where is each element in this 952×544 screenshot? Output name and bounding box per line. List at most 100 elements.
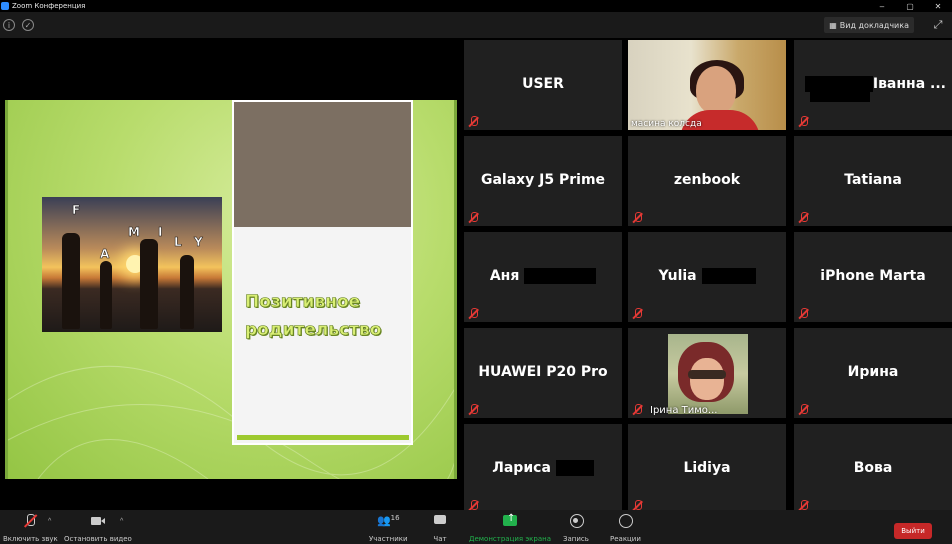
unmute-label: Включить звук xyxy=(3,535,58,543)
participant-tile[interactable]: Лариса xyxy=(464,424,622,514)
video-person-face xyxy=(696,66,736,114)
security-shield-icon[interactable]: ✓ xyxy=(22,19,34,31)
participant-name: Yulia xyxy=(658,268,697,284)
meeting-info-bar: i ✓ ▦ Вид докладчика ⤢ xyxy=(0,12,952,38)
video-camera-icon xyxy=(90,514,105,527)
muted-mic-icon xyxy=(798,116,809,127)
participant-name: Tatiana xyxy=(844,172,902,188)
photo-letter: M xyxy=(128,225,140,240)
participant-name-row: Лариса xyxy=(464,460,622,476)
share-screen-button[interactable]: Демонстрация экрана xyxy=(469,513,551,543)
participants-button[interactable]: 👥16 Участники xyxy=(369,514,408,543)
family-photo: F A M I L Y xyxy=(42,197,222,332)
participant-name: iPhone Marta xyxy=(820,268,926,284)
participant-name: Ирина xyxy=(847,364,899,380)
presentation-slide: F A M I L Y Позитивное родительство xyxy=(5,100,457,479)
window-title: Zoom Конференция xyxy=(12,2,86,10)
participant-name: Іванна ... xyxy=(872,76,946,92)
photo-letter: F xyxy=(72,203,81,218)
muted-mic-icon xyxy=(468,212,479,223)
record-label: Запись xyxy=(563,535,589,543)
participant-tile[interactable]: Yulia xyxy=(628,232,786,322)
participant-video: масина колсда xyxy=(628,40,786,130)
grid-icon: ▦ xyxy=(829,20,837,30)
participant-tile[interactable]: Tatiana xyxy=(794,136,952,226)
photo-letter: Y xyxy=(194,235,203,250)
participant-tile[interactable]: Іванна ... xyxy=(794,40,952,130)
participant-tile[interactable]: масина колсда xyxy=(628,40,786,130)
photo-letter: L xyxy=(174,235,182,250)
view-mode-button[interactable]: ▦ Вид докладчика xyxy=(824,17,914,33)
title-bar: Zoom Конференция – ▢ ✕ xyxy=(0,0,952,12)
silhouette-figure xyxy=(180,255,194,329)
participant-name: масина колсда xyxy=(631,119,702,129)
audio-options-caret-icon[interactable]: ^ xyxy=(48,518,51,525)
avatar-sunglasses xyxy=(688,370,726,379)
participant-name: Вова xyxy=(853,460,893,476)
panel-header-block xyxy=(234,102,411,227)
stop-video-label: Остановить видео xyxy=(64,535,132,543)
participant-name: Lidiya xyxy=(683,460,731,476)
share-screen-icon xyxy=(503,513,517,527)
chat-bubble-icon xyxy=(433,514,447,527)
muted-mic-icon xyxy=(468,404,479,415)
muted-mic-icon xyxy=(468,116,479,127)
fullscreen-icon[interactable]: ⤢ xyxy=(932,19,944,31)
photo-letter: A xyxy=(100,247,110,262)
chat-label: Чат xyxy=(433,535,447,543)
video-options-caret-icon[interactable]: ^ xyxy=(120,518,123,525)
participant-name: HUAWEI P20 Pro xyxy=(478,364,608,380)
redaction-block xyxy=(555,460,594,476)
participant-tile[interactable]: Вова xyxy=(794,424,952,514)
participant-tile[interactable]: iPhone Marta xyxy=(794,232,952,322)
share-screen-label: Демонстрация экрана xyxy=(469,535,551,543)
panel-accent-bar xyxy=(237,435,409,440)
participant-tile[interactable]: HUAWEI P20 Pro xyxy=(464,328,622,418)
people-icon: 👥 xyxy=(376,514,391,527)
microphone-muted-icon xyxy=(23,514,37,527)
participants-icon: 👥16 xyxy=(371,514,405,527)
close-window-button[interactable]: ✕ xyxy=(924,0,952,12)
maximize-button[interactable]: ▢ xyxy=(896,0,924,12)
meeting-toolbar: Включить звук ^ Остановить видео ^ 👥16 У… xyxy=(0,510,952,544)
participant-name-row: Аня xyxy=(464,268,622,284)
participant-tile[interactable]: Ирина xyxy=(794,328,952,418)
participant-name: Galaxy J5 Prime xyxy=(480,172,606,188)
participant-gallery: USER масина колсда Іванна ... Galaxy J5 … xyxy=(464,40,952,514)
meeting-info-icon[interactable]: i xyxy=(3,19,15,31)
reactions-button[interactable]: Реакции xyxy=(610,514,641,543)
participant-tile[interactable]: Ірина Тимо... xyxy=(628,328,786,418)
leave-meeting-button[interactable]: Выйти xyxy=(894,523,932,539)
zoom-logo-icon xyxy=(1,2,9,10)
redaction-block xyxy=(810,92,870,102)
participant-name: USER xyxy=(522,76,564,92)
window-controls: – ▢ ✕ xyxy=(868,0,952,12)
participant-name-row: Yulia xyxy=(628,268,786,284)
muted-mic-icon xyxy=(468,308,479,319)
muted-mic-icon xyxy=(632,404,643,415)
minimize-button[interactable]: – xyxy=(868,0,896,12)
participant-name: zenbook xyxy=(673,172,741,188)
redaction-block xyxy=(524,268,597,284)
silhouette-figure xyxy=(62,233,80,329)
participant-tile[interactable]: Lidiya xyxy=(628,424,786,514)
participant-tile[interactable]: Galaxy J5 Prime xyxy=(464,136,622,226)
participant-tile[interactable]: zenbook xyxy=(628,136,786,226)
record-icon xyxy=(569,514,584,528)
muted-mic-icon xyxy=(798,308,809,319)
chat-button[interactable]: Чат xyxy=(433,514,447,543)
participant-name: Лариса xyxy=(492,460,551,476)
silhouette-figure xyxy=(100,261,112,329)
view-mode-label: Вид докладчика xyxy=(839,20,909,30)
participant-tile[interactable]: USER xyxy=(464,40,622,130)
participants-count: 16 xyxy=(390,514,400,522)
record-button[interactable]: Запись xyxy=(563,514,589,543)
slide-text-panel xyxy=(232,100,413,445)
redaction-block xyxy=(804,76,873,92)
silhouette-figure xyxy=(140,239,158,329)
participant-tile[interactable]: Аня xyxy=(464,232,622,322)
muted-mic-icon xyxy=(632,212,643,223)
slide-title: Позитивное родительство xyxy=(245,292,382,341)
reactions-label: Реакции xyxy=(610,535,641,543)
muted-mic-icon xyxy=(632,308,643,319)
